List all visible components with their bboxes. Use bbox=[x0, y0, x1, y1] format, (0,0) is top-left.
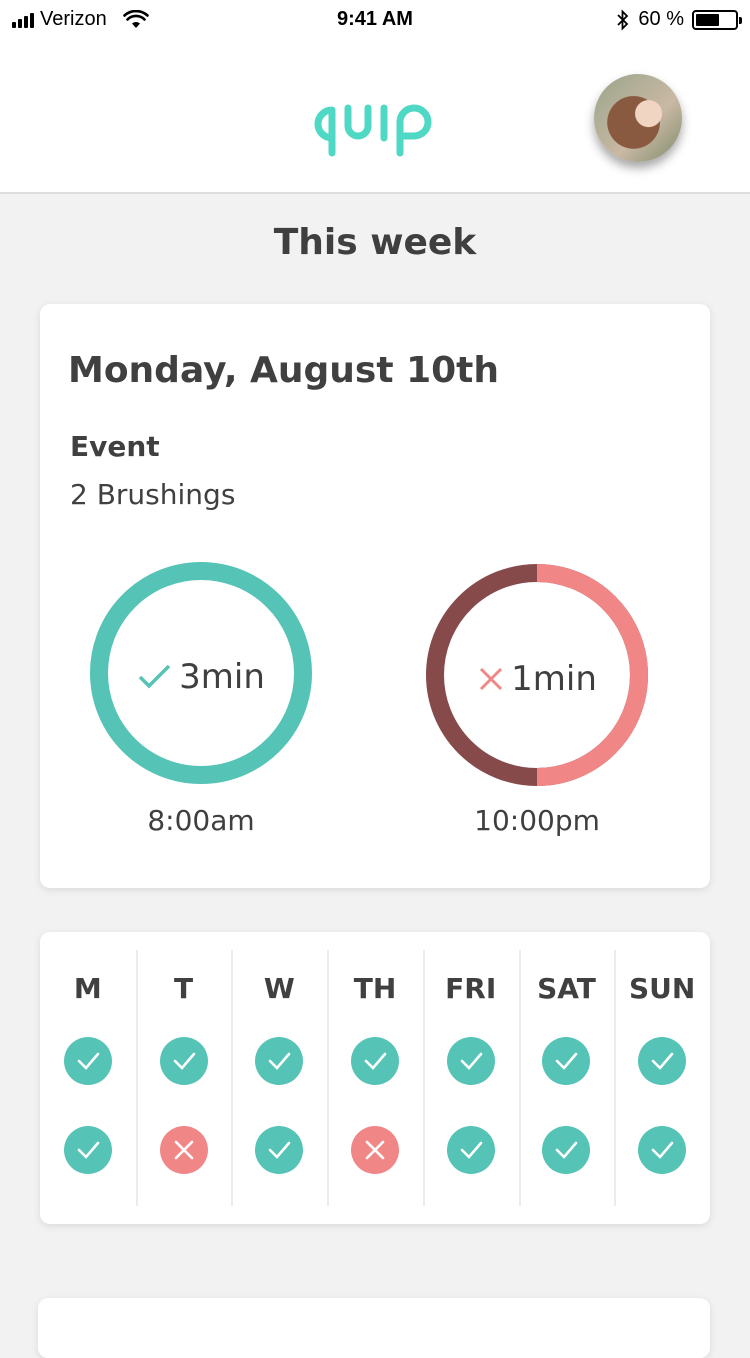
battery-icon bbox=[692, 9, 742, 30]
ring-label: 1min bbox=[425, 659, 649, 699]
brushing-complete-icon[interactable] bbox=[446, 1037, 495, 1085]
brushing-complete-icon[interactable] bbox=[638, 1037, 687, 1085]
day-label: SAT bbox=[537, 972, 596, 1005]
brushing-complete-icon[interactable] bbox=[542, 1037, 591, 1085]
battery-fill bbox=[696, 13, 719, 26]
section-title: This week bbox=[273, 222, 477, 263]
day-column[interactable]: SAT bbox=[518, 932, 615, 1224]
day-column[interactable]: M bbox=[40, 932, 136, 1224]
check-icon bbox=[138, 664, 171, 689]
brushing-time: 10:00pm bbox=[474, 804, 600, 837]
brushing-complete-icon[interactable] bbox=[255, 1126, 304, 1174]
brushing-duration: 1min bbox=[511, 659, 597, 699]
brushing-complete-icon[interactable] bbox=[255, 1037, 304, 1085]
day-label: W bbox=[263, 972, 295, 1005]
day-column[interactable]: TH bbox=[327, 932, 423, 1224]
brushing-duration: 3min bbox=[179, 657, 265, 697]
day-label: FRI bbox=[445, 972, 497, 1005]
day-column[interactable]: FRI bbox=[422, 932, 519, 1224]
brushing-complete-icon[interactable] bbox=[446, 1126, 495, 1174]
user-avatar[interactable] bbox=[594, 74, 682, 162]
week-grid: M T W TH FRI SAT SUN bbox=[40, 932, 710, 1224]
brushing-missed-icon[interactable] bbox=[351, 1126, 400, 1174]
day-label: TH bbox=[353, 972, 397, 1005]
next-card bbox=[38, 1298, 710, 1358]
ring-label: 3min bbox=[89, 657, 313, 697]
bluetooth-icon bbox=[617, 8, 629, 31]
brushing-missed-icon[interactable] bbox=[159, 1126, 208, 1174]
event-label: Event bbox=[70, 430, 160, 463]
day-column[interactable]: T bbox=[135, 932, 232, 1224]
day-column[interactable]: W bbox=[231, 932, 327, 1224]
status-right: 60 % bbox=[616, 8, 742, 31]
day-title: Monday, August 10th bbox=[68, 350, 500, 391]
battery-percent: 60 % bbox=[638, 8, 684, 30]
status-bar: Verizon 9:41 AM 60 % bbox=[0, 0, 750, 40]
week-overview-card: M T W TH FRI SAT SUN bbox=[40, 932, 710, 1224]
day-label: SUN bbox=[629, 972, 696, 1005]
brushing-ring-evening[interactable]: 1min bbox=[425, 563, 649, 787]
brushing-complete-icon[interactable] bbox=[63, 1126, 112, 1174]
brushing-time: 8:00am bbox=[147, 804, 255, 837]
day-label: T bbox=[174, 972, 194, 1005]
app-header bbox=[0, 40, 750, 194]
brushing-ring-morning[interactable]: 3min bbox=[89, 561, 313, 785]
brushing-complete-icon[interactable] bbox=[638, 1126, 687, 1174]
brushing-complete-icon[interactable] bbox=[63, 1037, 112, 1085]
day-column[interactable]: SUN bbox=[614, 932, 710, 1224]
event-value: 2 Brushings bbox=[70, 478, 236, 511]
day-summary-card: Monday, August 10th Event 2 Brushings 3m… bbox=[40, 304, 710, 888]
day-label: M bbox=[73, 972, 102, 1005]
x-icon bbox=[480, 667, 503, 691]
brushing-complete-icon[interactable] bbox=[159, 1037, 208, 1085]
brushing-complete-icon[interactable] bbox=[542, 1126, 591, 1174]
brushing-complete-icon[interactable] bbox=[351, 1037, 400, 1085]
quip-logo[interactable] bbox=[304, 98, 448, 158]
